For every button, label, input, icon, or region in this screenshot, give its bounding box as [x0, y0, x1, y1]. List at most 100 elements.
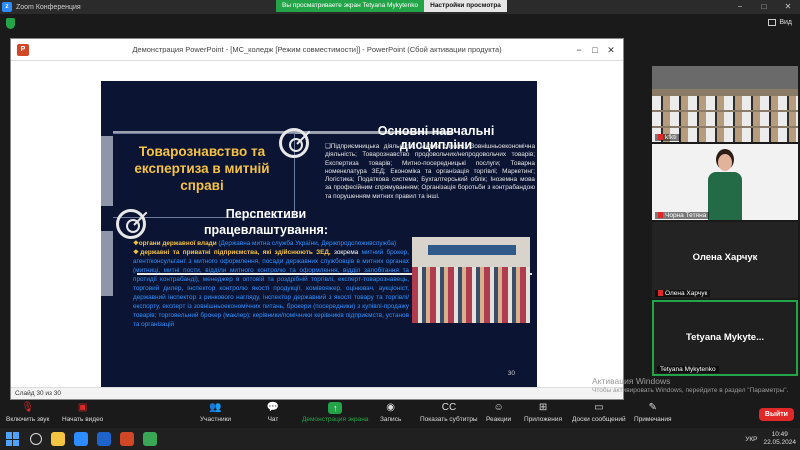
chat-label: Чат	[267, 416, 279, 423]
ppt-close-button[interactable]: ✕	[603, 39, 619, 61]
slide-title: Товарознавство та експертиза в митній сп…	[134, 144, 270, 193]
share-screen-icon: ↑	[328, 402, 343, 414]
view-button[interactable]: Вид	[768, 19, 792, 26]
captions-button[interactable]: CC Показать субтитры	[420, 402, 478, 423]
shared-powerpoint-window: P Демонстрация PowerPoint - [MC_коледж […	[10, 38, 624, 400]
activation-title: Активация Windows	[592, 376, 671, 386]
powerpoint-canvas: Товарознавство та експертиза в митній сп…	[11, 61, 623, 387]
zoom-titlebar: z Zoom Конференция Вы просматриваете экр…	[0, 0, 800, 14]
participants-label: Участники	[200, 416, 232, 423]
slide-left-band	[101, 136, 113, 206]
word-icon[interactable]	[97, 432, 111, 446]
participants-button[interactable]: 👥 Участники	[200, 402, 231, 423]
minimize-button[interactable]: −	[728, 0, 752, 14]
photo-banner	[428, 245, 516, 255]
opp-2-rest: митний брокер, агент/консультант з митно…	[133, 249, 409, 328]
ppt-maximize-button[interactable]: □	[587, 39, 603, 61]
participant-tile[interactable]: kfkti	[652, 66, 798, 142]
powerpoint-statusbar: Слайд 30 из 30	[11, 387, 623, 399]
activation-text: Чтобы активировать Windows, перейдите в …	[592, 387, 789, 394]
close-button[interactable]: ✕	[776, 0, 800, 14]
language-indicator[interactable]: УКР	[745, 436, 757, 443]
maximize-button[interactable]: □	[752, 0, 776, 14]
file-explorer-icon[interactable]	[51, 432, 65, 446]
leave-button[interactable]: Выйти	[758, 408, 794, 421]
record-label: Запись	[380, 416, 402, 423]
view-label: Вид	[779, 19, 792, 26]
start-video-button[interactable]: ▣ Начать видео	[62, 402, 103, 423]
participant-tile[interactable]: Олена Харчук Олена Харчук	[652, 222, 798, 298]
notes-label: Примечания	[634, 416, 672, 423]
opp-1-bold: ❖органи державної влади	[133, 240, 217, 247]
record-button[interactable]: ◉ Запись	[380, 402, 401, 423]
participants-icon: 👥	[209, 402, 222, 413]
zoom-toolbar: 🎙 Включить звук ▣ Начать видео 👥 Участни…	[0, 400, 800, 428]
whiteboard-icon: ▭	[594, 402, 604, 413]
graduates-photo	[412, 237, 530, 323]
powerpoint-window-controls: − □ ✕	[571, 39, 619, 61]
slide: Товарознавство та експертиза в митній сп…	[101, 81, 537, 387]
zoom-taskbar-icon[interactable]	[74, 432, 88, 446]
participant-name: Tetyana Mykytenko	[657, 366, 719, 373]
share-screen-label: Демонстрация экрана	[302, 416, 369, 423]
participants-panel: kfkti Чорна Тетяна Олена Харчук Олена Ха…	[650, 62, 800, 392]
windows-activation-watermark: Активация Windows Чтобы активировать Win…	[592, 376, 800, 396]
reactions-button[interactable]: ☺ Реакции	[486, 402, 511, 423]
ppt-minimize-button[interactable]: −	[571, 39, 587, 61]
participant-display-name: Олена Харчук	[692, 252, 758, 263]
powerpoint-titlebar: P Демонстрация PowerPoint - [MC_коледж […	[11, 39, 623, 61]
apps-label: Приложения	[524, 416, 563, 423]
participant-display-name: Tetyana Mykyte...	[686, 332, 764, 343]
desktop-screen: z Zoom Конференция Вы просматриваете экр…	[0, 0, 800, 450]
windows-start-icon[interactable]	[6, 432, 20, 446]
share-screen-button[interactable]: ↑ Демонстрация экрана	[302, 402, 368, 423]
start-video-label: Начать видео	[62, 416, 104, 423]
target-icon	[116, 209, 146, 239]
participant-tile[interactable]: Чорна Тетяна	[652, 144, 798, 220]
reactions-icon: ☺	[493, 402, 504, 413]
chat-button[interactable]: 💬 Чат	[266, 402, 280, 423]
share-banner: Вы просматриваете экран Tetyana Mykytenk…	[276, 0, 507, 12]
windows-taskbar: УКР 10:49 22.05.2024	[0, 428, 800, 450]
whiteboards-button[interactable]: ▭ Доски сообщений	[572, 402, 626, 423]
muted-mic-icon	[658, 290, 663, 297]
whiteboards-label: Доски сообщений	[572, 416, 626, 423]
camera-off-icon: ▣	[77, 402, 88, 413]
participant-name: Олена Харчук	[655, 290, 711, 297]
perspectives-heading: Перспективи працевлаштування:	[203, 207, 329, 237]
photo-people	[412, 267, 530, 323]
participant-head	[718, 154, 732, 171]
target-icon	[279, 128, 309, 158]
captions-label: Показать субтитры	[420, 416, 478, 423]
powerpoint-taskbar-icon[interactable]	[120, 432, 134, 446]
classroom-row	[652, 112, 798, 126]
powerpoint-title: Демонстрация PowerPoint - [MC_коледж [Ре…	[132, 45, 502, 54]
clock[interactable]: 10:49 22.05.2024	[763, 431, 796, 447]
participant-name: Чорна Тетяна	[655, 212, 710, 219]
chat-icon: 💬	[266, 402, 280, 413]
clock-date: 22.05.2024	[763, 439, 796, 446]
notes-button[interactable]: ✎ Примечания	[634, 402, 672, 423]
view-settings-button[interactable]: Настройки просмотра	[424, 0, 507, 12]
zoom-app-title: Zoom Конференция	[16, 3, 81, 11]
reactions-label: Реакции	[486, 416, 512, 423]
clock-time: 10:49	[771, 431, 788, 438]
classroom-row	[652, 96, 798, 110]
participant-body	[708, 172, 742, 220]
apps-button[interactable]: ⊞ Приложения	[524, 402, 562, 423]
shield-icon[interactable]	[6, 18, 15, 29]
chrome-icon[interactable]	[143, 432, 157, 446]
slide-number: 30	[507, 370, 515, 377]
opp-2-bold: ❖державні та приватні підприємства, які …	[133, 249, 331, 256]
participant-name: kfkti	[655, 134, 680, 141]
muted-mic-icon	[658, 212, 663, 219]
record-icon: ◉	[386, 402, 396, 413]
search-icon[interactable]	[30, 433, 42, 445]
apps-icon: ⊞	[538, 402, 548, 413]
muted-mic-icon	[658, 134, 663, 141]
slide-left-band-lower	[101, 231, 113, 296]
participant-tile-active[interactable]: Tetyana Mykyte... Tetyana Mykytenko	[652, 300, 798, 376]
system-tray: УКР 10:49 22.05.2024	[745, 428, 796, 450]
notes-icon: ✎	[648, 402, 657, 413]
unmute-button[interactable]: 🎙 Включить звук	[6, 402, 49, 423]
